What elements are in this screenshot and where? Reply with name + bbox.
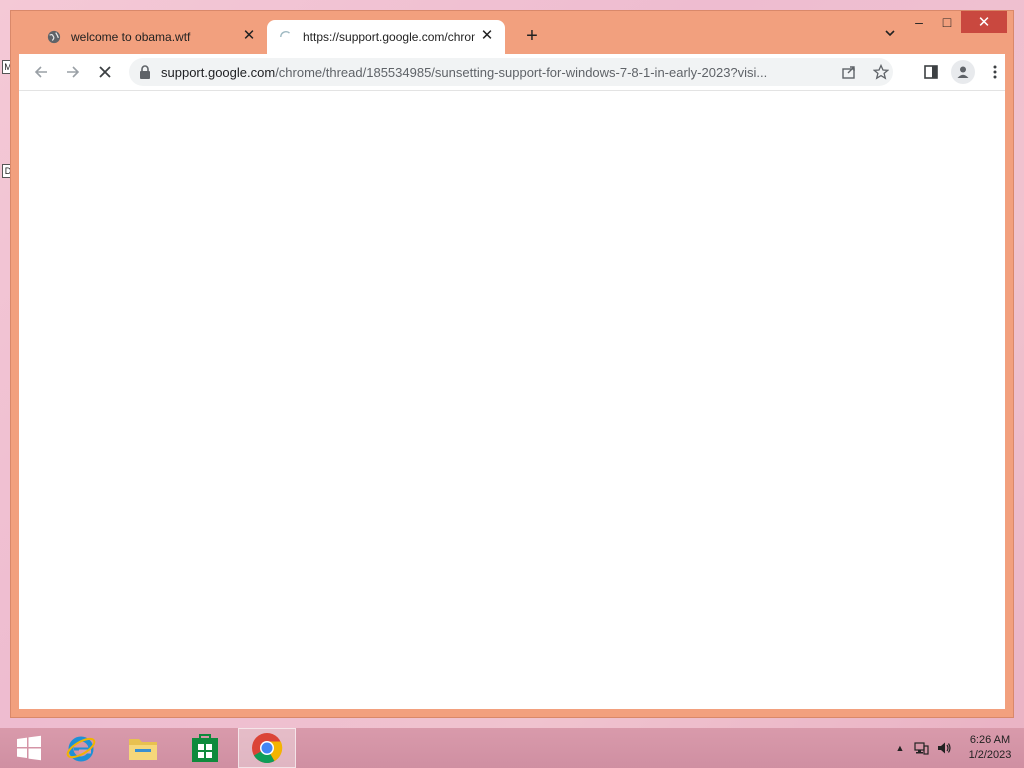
close-tab-icon[interactable]: ✕ <box>241 28 257 44</box>
tab-support-google[interactable]: https://support.google.com/chrome/thread… <box>267 20 505 54</box>
show-hidden-icons-icon[interactable]: ▲ <box>890 743 910 753</box>
clock-time: 6:26 AM <box>969 734 1011 746</box>
url-path: /chrome/thread/185534985/sunsetting-supp… <box>275 64 768 80</box>
globe-icon <box>47 30 61 44</box>
close-tab-icon[interactable]: ✕ <box>479 28 495 44</box>
lock-icon <box>140 65 150 79</box>
back-icon[interactable] <box>29 60 53 84</box>
forward-icon[interactable] <box>61 60 85 84</box>
stop-loading-icon[interactable] <box>93 60 117 84</box>
chrome-icon <box>252 733 283 764</box>
volume-icon[interactable] <box>932 740 956 756</box>
tab-obama-wtf[interactable]: welcome to obama.wtf ✕ <box>29 20 267 54</box>
browser-toolbar: support.google.com/chrome/thread/1855349… <box>19 54 1005 91</box>
page-content-area[interactable] <box>19 91 1005 709</box>
start-button[interactable] <box>0 728 58 768</box>
side-panel-icon[interactable] <box>919 60 943 84</box>
new-tab-button[interactable]: + <box>519 24 545 50</box>
file-explorer-taskbar-button[interactable] <box>114 728 172 768</box>
profile-icon[interactable] <box>951 60 975 84</box>
system-tray: ▲ 6:26 AM 1/2/2023 <box>890 728 1024 768</box>
internet-explorer-icon <box>66 736 96 762</box>
tab-title: welcome to obama.wtf <box>71 30 191 44</box>
chrome-taskbar-button[interactable] <box>238 728 296 768</box>
taskbar: ▲ 6:26 AM 1/2/2023 <box>0 728 1024 768</box>
internet-explorer-taskbar-button[interactable] <box>52 728 110 768</box>
tab-strip: welcome to obama.wtf ✕ https://support.g… <box>19 20 1005 54</box>
address-bar[interactable]: support.google.com/chrome/thread/1855349… <box>129 58 893 86</box>
browser-window: – □ ✕ welcome to obama.wtf ✕ https://sup… <box>10 10 1014 718</box>
tab-search-icon[interactable] <box>879 26 901 48</box>
store-icon <box>192 734 218 762</box>
tab-title: https://support.google.com/chrome/thread… <box>303 30 475 44</box>
menu-icon[interactable] <box>983 60 1007 84</box>
network-icon[interactable] <box>910 740 932 756</box>
folder-icon <box>129 739 157 760</box>
clock-date: 1/2/2023 <box>968 749 1012 761</box>
share-icon[interactable] <box>839 62 859 82</box>
taskbar-clock[interactable]: 6:26 AM 1/2/2023 <box>956 733 1024 763</box>
url-host: support.google.com <box>161 64 276 80</box>
windows-logo-icon <box>17 735 41 761</box>
loading-spinner-icon <box>280 31 290 38</box>
bookmark-star-icon[interactable] <box>871 62 891 82</box>
url-text: support.google.com/chrome/thread/1855349… <box>161 65 829 80</box>
windows-store-taskbar-button[interactable] <box>176 728 234 768</box>
